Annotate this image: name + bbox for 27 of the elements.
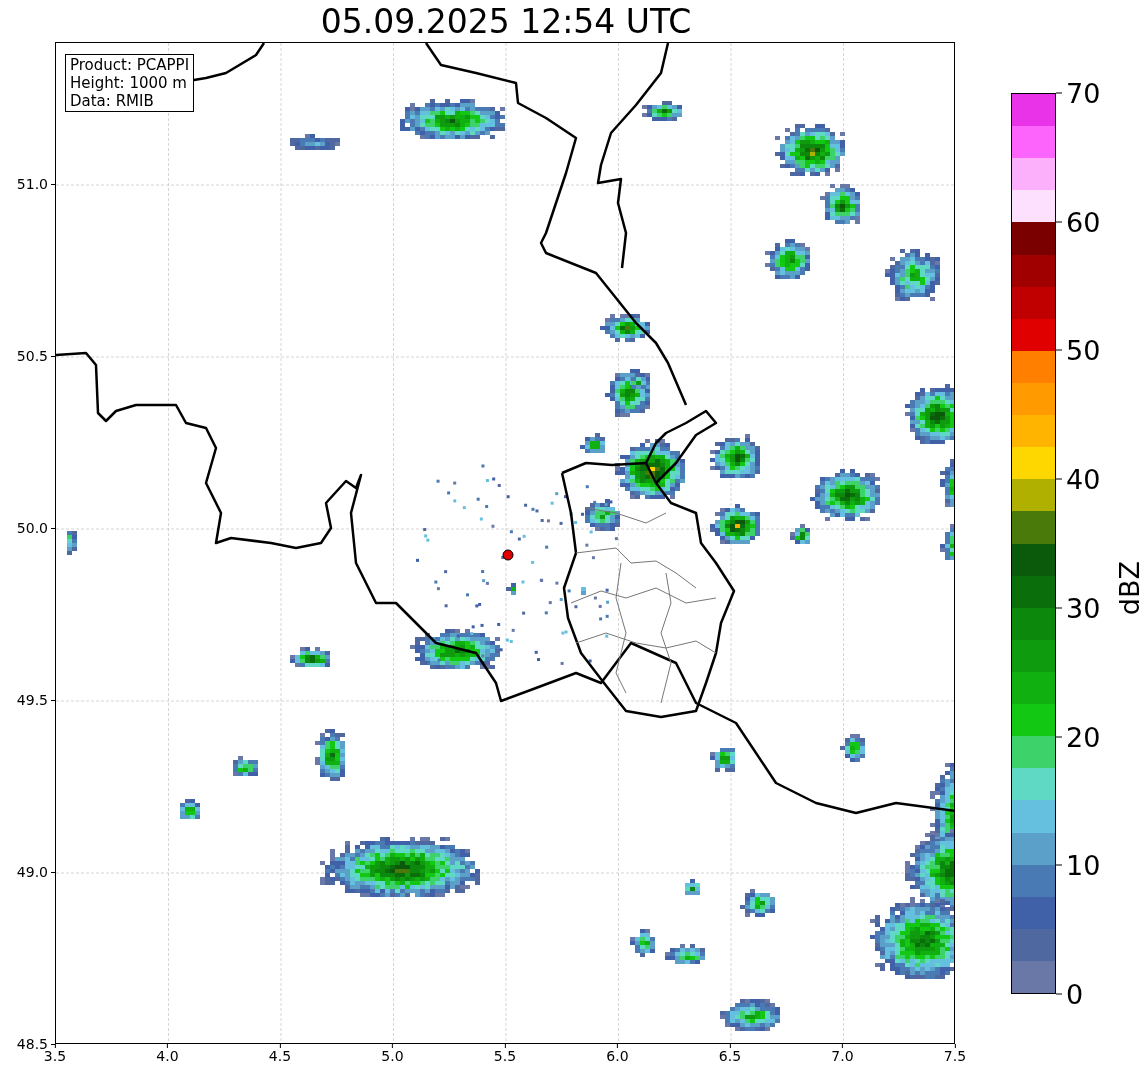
colorbar-tick-label: 0 xyxy=(1065,978,1084,1010)
axis-tick-label: 50.5 xyxy=(16,348,49,364)
colorbar-tick-label: 10 xyxy=(1065,849,1101,881)
axis-tick-label: 5.5 xyxy=(493,1048,517,1064)
info-text: Product: PCAPPI xyxy=(70,56,190,74)
axis-tick-label: 49.0 xyxy=(16,864,49,880)
axis-tick-label: 50.0 xyxy=(16,520,49,536)
colorbar-tick-label: 70 xyxy=(1065,77,1101,109)
axis-tick-label: 7.0 xyxy=(831,1048,854,1064)
colorbar-tick-label: 20 xyxy=(1065,721,1101,753)
chart-title: 05.09.2025 12:54 UTC xyxy=(319,2,693,42)
axis-tick-label: 4.5 xyxy=(268,1048,292,1064)
info-text: Height: 1000 m xyxy=(70,74,188,92)
radar-site-marker xyxy=(502,549,514,561)
colorbar-label: dBZ xyxy=(1114,561,1145,616)
colorbar-tick-label: 50 xyxy=(1065,334,1101,366)
axis-tick-label: 4.0 xyxy=(156,1048,179,1064)
axis-tick-label: 7.5 xyxy=(943,1048,967,1064)
info-text: Data: RMIB xyxy=(70,92,155,110)
axis-tick-label: 49.5 xyxy=(16,692,49,708)
axis-tick-label: 6.0 xyxy=(606,1048,629,1064)
colorbar-tick-label: 60 xyxy=(1065,206,1101,238)
axis-tick-label: 5.0 xyxy=(381,1048,404,1064)
axis-tick-label: 51.0 xyxy=(16,176,49,192)
colorbar-tick-label: 40 xyxy=(1065,463,1101,495)
axis-tick-label: 6.5 xyxy=(718,1048,742,1064)
colorbar-tick-label: 30 xyxy=(1065,592,1101,624)
